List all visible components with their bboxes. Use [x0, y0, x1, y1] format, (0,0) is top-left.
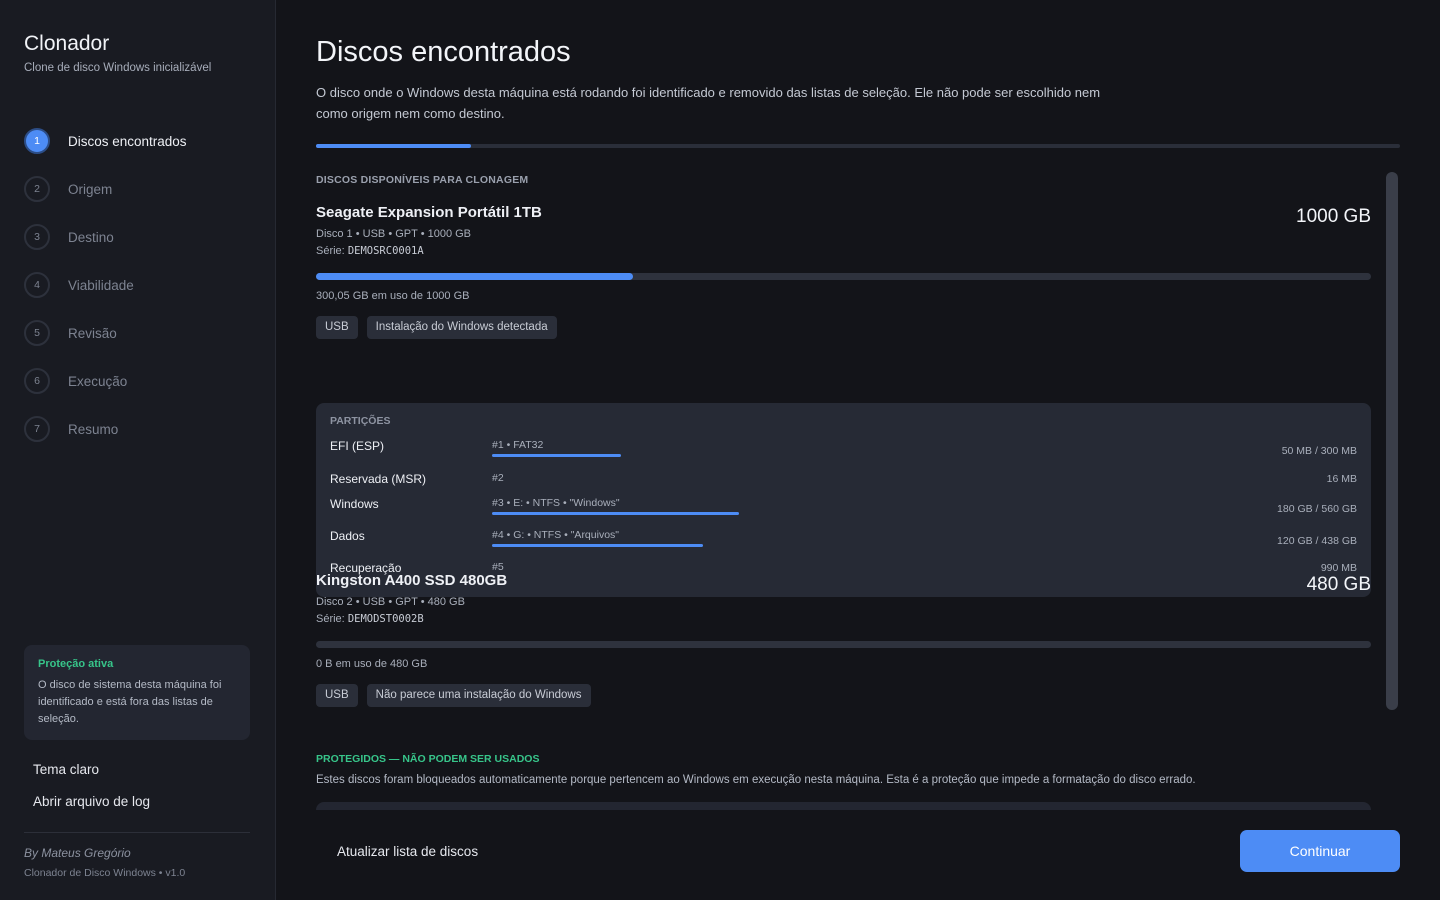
page-description: O disco onde o Windows desta máquina est…: [316, 85, 1101, 121]
available-section-title: DISCOS DISPONÍVEIS PARA CLONAGEM: [316, 174, 529, 186]
partition-size: 180 GB / 560 GB: [1277, 503, 1357, 515]
partition-row: Dados #4 • G: • NTFS • "Arquivos" 120 GB…: [330, 529, 1357, 555]
step-number: 6: [24, 368, 50, 394]
partition-info: #1 • FAT32: [492, 439, 544, 451]
disk-size: 1000 GB: [1296, 206, 1371, 227]
partition-usage-bar: [492, 512, 739, 515]
step-label: Destino: [68, 229, 114, 245]
disk-tags: USB Instalação do Windows detectada: [316, 316, 1371, 339]
partition-name: Dados: [330, 529, 365, 543]
step-label: Revisão: [68, 325, 117, 341]
step-execucao[interactable]: 6 Execução: [24, 357, 254, 405]
disk-size: 480 GB: [1306, 574, 1371, 595]
step-label: Resumo: [68, 421, 119, 437]
protected-disk-card: [316, 802, 1371, 810]
step-number: 1: [24, 128, 50, 154]
step-number: 3: [24, 224, 50, 250]
step-label: Origem: [68, 181, 113, 197]
step-resumo[interactable]: 7 Resumo: [24, 405, 254, 453]
partition-info: #3 • E: • NTFS • "Windows": [492, 497, 620, 509]
partition-size: 50 MB / 300 MB: [1281, 445, 1357, 457]
step-number: 5: [24, 320, 50, 346]
step-destino[interactable]: 3 Destino: [24, 213, 254, 261]
protected-section-description: Estes discos foram bloqueados automatica…: [316, 774, 1196, 786]
wizard-progress-bar: [316, 144, 1400, 148]
partition-row: Reservada (MSR) #2 16 MB: [330, 472, 1357, 498]
protected-section-title: PROTEGIDOS — NÃO PODEM SER USADOS: [316, 753, 540, 765]
disk-serial: Série: DEMODST0002B: [316, 613, 1371, 625]
partition-size: 16 MB: [1326, 473, 1357, 485]
continue-button[interactable]: Continuar: [1240, 830, 1400, 872]
partition-info: #4 • G: • NTFS • "Arquivos": [492, 529, 620, 541]
serial-label: Série:: [316, 613, 345, 625]
disk-tag: Instalação do Windows detectada: [366, 316, 557, 339]
disk-tags: USB Não parece uma instalação do Windows: [316, 684, 1371, 707]
page-title: Discos encontrados: [316, 36, 571, 68]
disk-tag: USB: [316, 684, 358, 707]
step-label: Execução: [68, 373, 128, 389]
protection-title: Proteção ativa: [38, 658, 114, 670]
disk-name: Seagate Expansion Portátil 1TB: [316, 204, 542, 221]
disk-list-scroll-area[interactable]: DISCOS DISPONÍVEIS PARA CLONAGEM Seagate…: [316, 160, 1400, 810]
partition-name: Windows: [330, 497, 379, 511]
step-label: Viabilidade: [68, 277, 134, 293]
partition-row: EFI (ESP) #1 • FAT32 50 MB / 300 MB: [330, 439, 1357, 465]
disk-usage-fill: [316, 273, 633, 280]
step-number: 4: [24, 272, 50, 298]
disk-usage-text: 300,05 GB em uso de 1000 GB: [316, 290, 470, 302]
disk-serial: Série: DEMOSRC0001A: [316, 245, 1371, 257]
refresh-disks-button[interactable]: Atualizar lista de discos: [337, 844, 478, 859]
serial-label: Série:: [316, 245, 345, 257]
step-revisao[interactable]: 5 Revisão: [24, 309, 254, 357]
step-viabilidade[interactable]: 4 Viabilidade: [24, 261, 254, 309]
partition-usage-bar: [492, 454, 621, 457]
protection-card: Proteção ativa O disco de sistema desta …: [24, 645, 250, 740]
wizard-steps: 1 Discos encontrados 2 Origem 3 Destino …: [24, 117, 254, 453]
step-number: 2: [24, 176, 50, 202]
disk-name: Kingston A400 SSD 480GB: [316, 572, 508, 589]
open-log-button[interactable]: Abrir arquivo de log: [33, 794, 150, 809]
partition-row: Windows #3 • E: • NTFS • "Windows" 180 G…: [330, 497, 1357, 523]
app-version: Clonador de Disco Windows • v1.0: [24, 867, 186, 879]
disk-tag: USB: [316, 316, 358, 339]
scrollbar-thumb[interactable]: [1386, 172, 1398, 710]
protection-text: O disco de sistema desta máquina foi ide…: [38, 679, 222, 725]
author-credit: By Mateus Gregório: [24, 846, 131, 860]
step-label: Discos encontrados: [68, 133, 187, 149]
serial-value: DEMODST0002B: [347, 613, 424, 625]
theme-toggle-button[interactable]: Tema claro: [33, 762, 99, 777]
disk-usage-text: 0 B em uso de 480 GB: [316, 658, 428, 670]
partitions-panel: PARTIÇÕES EFI (ESP) #1 • FAT32 50 MB / 3…: [316, 403, 1371, 597]
step-discos-encontrados[interactable]: 1 Discos encontrados: [24, 117, 254, 165]
partitions-title: PARTIÇÕES: [330, 415, 391, 427]
app-subtitle: Clone de disco Windows inicializável: [24, 62, 212, 74]
disk-meta: Disco 2 • USB • GPT • 480 GB: [316, 596, 465, 608]
step-origem[interactable]: 2 Origem: [24, 165, 254, 213]
step-number: 7: [24, 416, 50, 442]
disk-card[interactable]: Kingston A400 SSD 480GB 480 GB Disco 2 •…: [316, 572, 1371, 707]
partition-name: Reservada (MSR): [330, 472, 427, 486]
disk-tag: Não parece uma instalação do Windows: [366, 684, 591, 707]
app-title: Clonador: [24, 32, 110, 55]
disk-card[interactable]: Seagate Expansion Portátil 1TB 1000 GB D…: [316, 204, 1371, 597]
disk-meta: Disco 1 • USB • GPT • 1000 GB: [316, 228, 472, 240]
wizard-progress-fill: [316, 144, 471, 148]
partition-info: #2: [492, 472, 504, 484]
sidebar: Clonador Clone de disco Windows iniciali…: [0, 0, 276, 900]
sidebar-divider: [24, 832, 250, 833]
partition-usage-bar: [492, 544, 703, 547]
disk-usage-bar: [316, 641, 1371, 648]
partition-size: 120 GB / 438 GB: [1277, 535, 1357, 547]
serial-value: DEMOSRC0001A: [347, 245, 424, 257]
partition-name: EFI (ESP): [330, 439, 385, 453]
disk-usage-bar: [316, 273, 1371, 280]
